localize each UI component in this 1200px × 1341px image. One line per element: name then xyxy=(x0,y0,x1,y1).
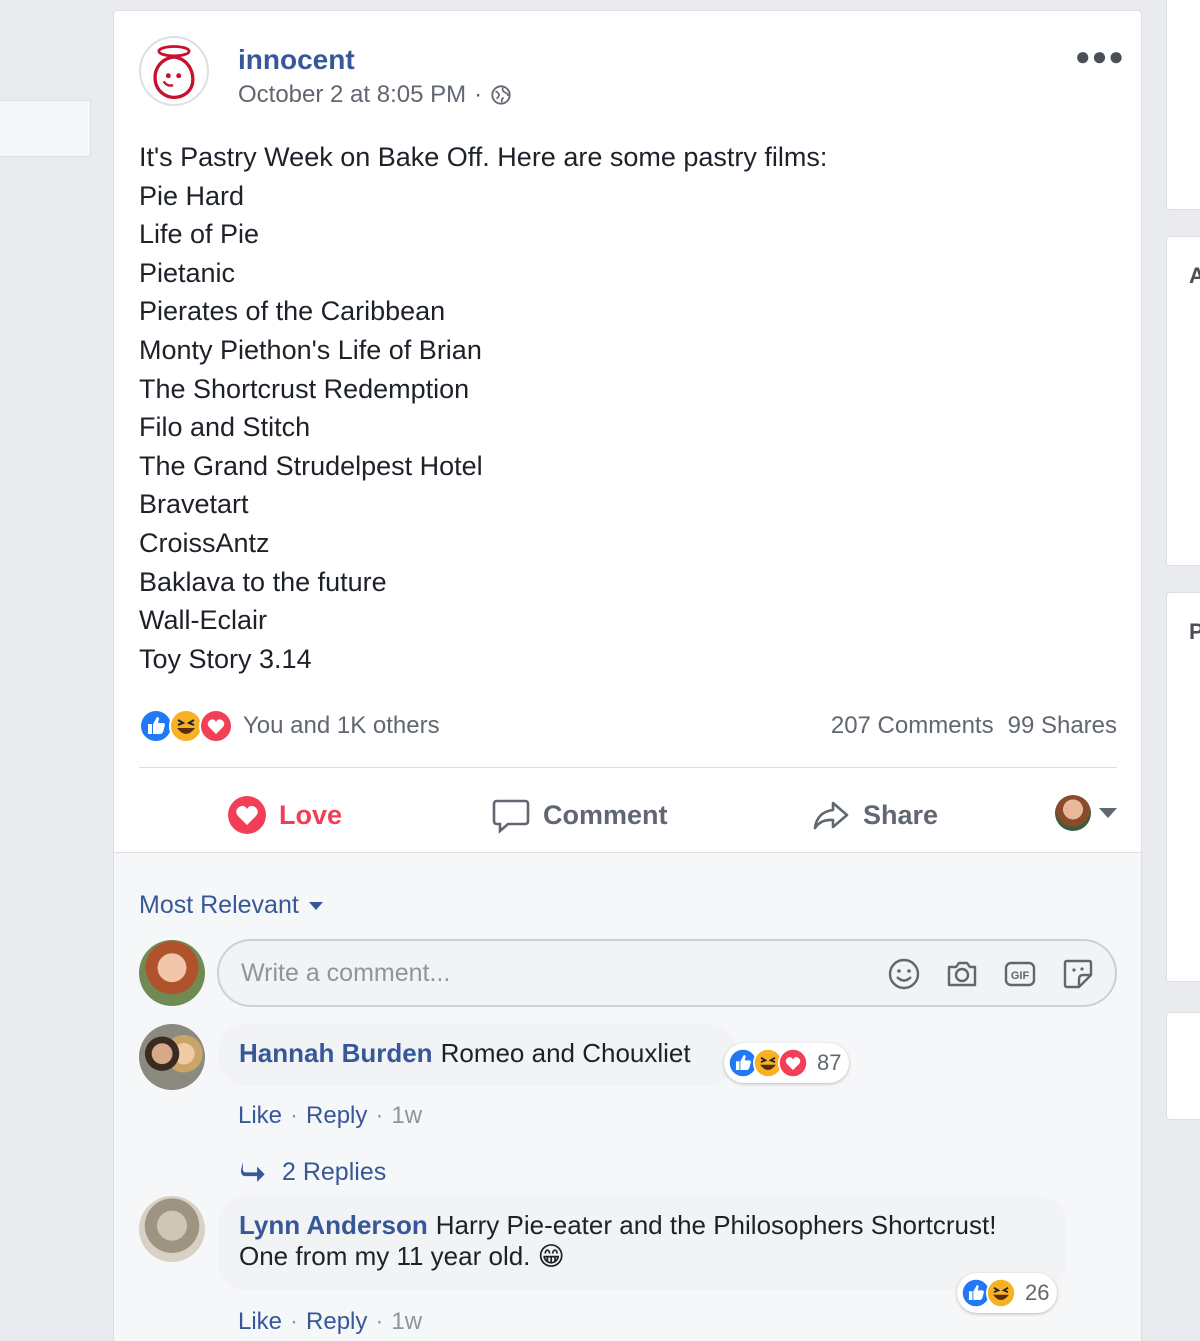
comment-composer[interactable]: GIF xyxy=(217,939,1117,1007)
emoji-icon[interactable] xyxy=(887,957,921,991)
post-line: It's Pastry Week on Bake Off. Here are s… xyxy=(139,142,828,172)
post-line: CroissAntz xyxy=(139,527,270,558)
post-line: The Grand Strudelpest Hotel xyxy=(139,450,483,481)
more-options-icon[interactable]: ●●● xyxy=(1075,41,1125,72)
chevron-down-icon xyxy=(308,901,323,910)
comment-actions: Like · Reply · 1w xyxy=(238,1102,423,1130)
avatar xyxy=(1055,795,1091,831)
avatar[interactable] xyxy=(139,940,205,1006)
post-line: Monty Piethon's Life of Brian xyxy=(139,334,482,365)
comment-text: Romeo and Chouxliet xyxy=(440,1038,691,1068)
post-meta: October 2 at 8:05 PM · xyxy=(238,81,512,109)
love-icon xyxy=(199,709,233,743)
haha-icon xyxy=(169,709,203,743)
comment-author[interactable]: Hannah Burden xyxy=(239,1038,433,1068)
camera-icon[interactable] xyxy=(945,957,979,991)
comment-reactions[interactable]: 26 xyxy=(957,1273,1058,1313)
comments-section: Most Relevant GIF xyxy=(114,852,1141,1341)
post-line: Pie Hard xyxy=(139,180,245,211)
comment-sort-dropdown[interactable]: Most Relevant xyxy=(139,891,323,920)
composer-icons: GIF xyxy=(887,957,1095,991)
comment-input[interactable] xyxy=(241,958,861,988)
reply-link[interactable]: Reply xyxy=(306,1102,367,1130)
comment-age[interactable]: 1w xyxy=(391,1102,422,1130)
share-button[interactable]: Share xyxy=(811,795,938,835)
haha-icon xyxy=(986,1278,1016,1308)
comment-actions: Like · Reply · 1w xyxy=(238,1308,423,1336)
reaction-icons[interactable] xyxy=(139,709,233,743)
post-timestamp[interactable]: October 2 at 8:05 PM xyxy=(238,81,466,109)
post-action-bar: Love Comment Share xyxy=(139,781,1117,847)
right-rail-card-3: P xyxy=(1166,592,1200,982)
post-line: The Shortcrust Redemption xyxy=(139,373,470,404)
reaction-count: 26 xyxy=(1025,1280,1050,1305)
comment-button[interactable]: Comment xyxy=(491,795,668,835)
post-line: Pierates of the Caribbean xyxy=(139,296,446,327)
comment-author[interactable]: Lynn Anderson xyxy=(239,1210,428,1240)
comment-bubble: Hannah Burden Romeo and Chouxliet xyxy=(217,1024,737,1086)
comment-icon xyxy=(492,799,530,834)
reactions-row: You and 1K others 207 Comments 99 Shares xyxy=(139,708,1117,744)
comment-reactions[interactable]: 87 xyxy=(724,1043,850,1083)
post-line: Pietanic xyxy=(139,257,236,288)
like-link[interactable]: Like xyxy=(238,1102,282,1130)
chevron-down-icon xyxy=(1099,808,1117,818)
reply-arrow-icon xyxy=(240,1161,265,1182)
svg-text:GIF: GIF xyxy=(1011,970,1030,982)
meta-separator: · xyxy=(474,81,483,108)
comment-age[interactable]: 1w xyxy=(391,1308,422,1336)
reaction-count: 87 xyxy=(817,1050,842,1075)
comment-bubble: Lynn Anderson Harry Pie-eater and the Phi… xyxy=(217,1196,1067,1290)
avatar[interactable] xyxy=(139,1196,205,1262)
post-line: Toy Story 3.14 xyxy=(139,643,312,674)
globe-icon[interactable] xyxy=(490,84,512,106)
reactions-summary[interactable]: You and 1K others xyxy=(243,712,440,740)
page-name[interactable]: innocent xyxy=(238,44,355,76)
post-counts: 207 Comments 99 Shares xyxy=(831,712,1117,740)
love-button[interactable]: Love xyxy=(227,795,342,835)
innocent-logo-icon xyxy=(153,45,195,100)
comments-count[interactable]: 207 Comments xyxy=(831,712,994,740)
post-line: Life of Pie xyxy=(139,219,260,250)
post-body: It's Pastry Week on Bake Off. Here are s… xyxy=(139,138,827,678)
love-icon xyxy=(778,1048,808,1078)
view-replies-link[interactable]: 2 Replies xyxy=(240,1158,386,1187)
post-line: Wall-Eclair xyxy=(139,605,267,636)
share-icon xyxy=(813,801,849,830)
like-icon xyxy=(139,709,173,743)
avatar[interactable] xyxy=(139,1024,205,1090)
left-column-fragment xyxy=(0,100,91,157)
like-link[interactable]: Like xyxy=(238,1308,282,1336)
gif-icon[interactable]: GIF xyxy=(1003,957,1037,991)
post-line: Filo and Stitch xyxy=(139,412,311,443)
sticker-icon[interactable] xyxy=(1061,957,1095,991)
love-reaction-icon xyxy=(228,796,266,834)
post-line: Baklava to the future xyxy=(139,566,387,597)
post-line: Bravetart xyxy=(139,489,249,520)
page-avatar[interactable] xyxy=(139,36,209,106)
right-rail-card-1 xyxy=(1166,0,1200,210)
right-rail-card-4 xyxy=(1166,1012,1200,1120)
post-card: innocent October 2 at 8:05 PM · ●●● It's… xyxy=(113,10,1142,1341)
shares-count[interactable]: 99 Shares xyxy=(1008,712,1117,740)
right-rail-card-2: A xyxy=(1166,236,1200,566)
divider xyxy=(139,767,1117,768)
comment-as-selector[interactable] xyxy=(1055,795,1117,831)
reply-link[interactable]: Reply xyxy=(306,1308,367,1336)
